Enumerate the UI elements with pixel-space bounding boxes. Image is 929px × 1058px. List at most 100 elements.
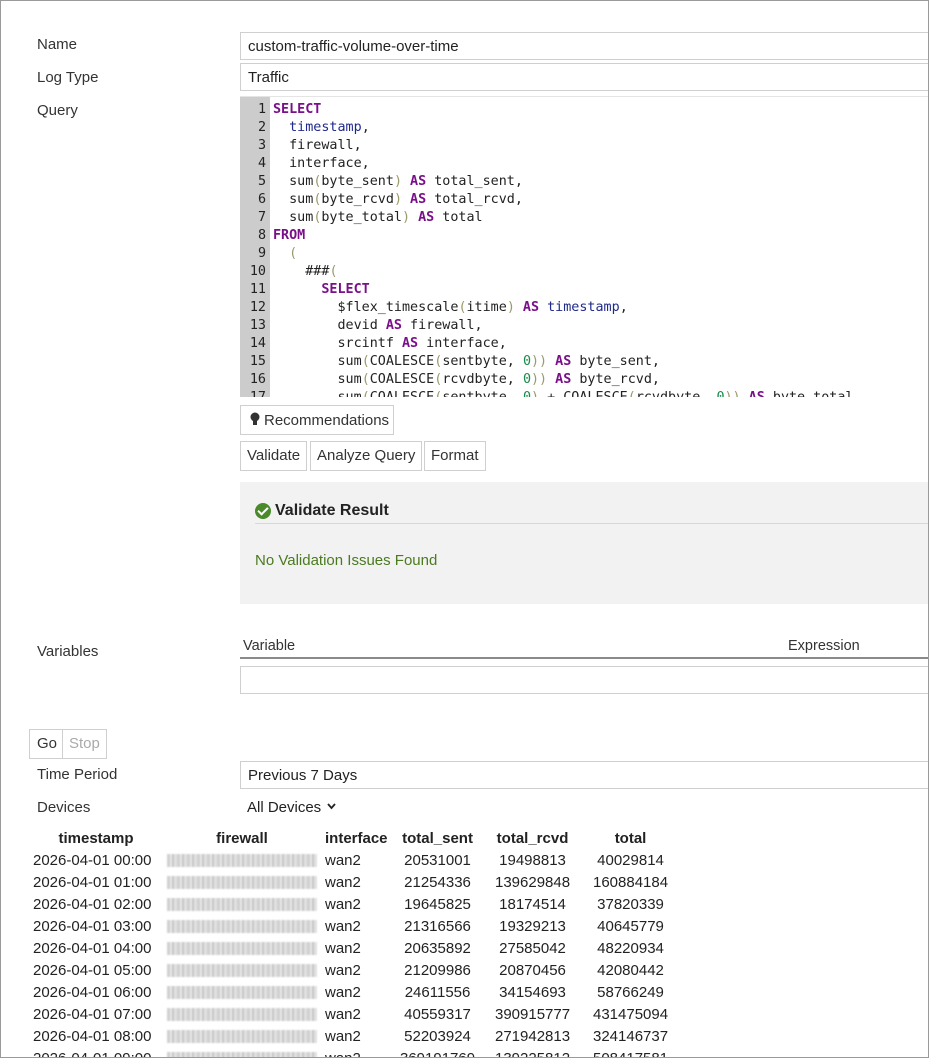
col-total-sent: total_sent xyxy=(402,829,473,847)
code-token: byte_sent, xyxy=(571,354,660,369)
recommendations-label: Recommendations xyxy=(264,412,390,429)
cell-firewall-redacted xyxy=(163,893,321,915)
col-timestamp: timestamp xyxy=(58,829,134,847)
redacted-firewall-id xyxy=(167,1052,317,1057)
code-token: )) xyxy=(531,354,548,369)
chevron-down-icon xyxy=(327,797,337,814)
cell-timestamp: 2026-04-01 08:00 xyxy=(33,1027,152,1045)
cell-total: 40645779 xyxy=(597,917,664,935)
go-button[interactable]: Go xyxy=(29,729,66,759)
cell-firewall-redacted xyxy=(163,871,321,893)
time-period-label: Time Period xyxy=(37,766,118,783)
code-token: timestamp xyxy=(273,120,362,135)
code-token: devid xyxy=(273,318,378,333)
code-line: 4 interface, xyxy=(240,155,928,173)
code-token: rcvdbyte, xyxy=(442,372,523,387)
line-number: 9 xyxy=(257,246,266,261)
cell-total: 40029814 xyxy=(597,851,664,869)
code-line: 11 SELECT xyxy=(240,281,928,299)
cell-total-sent: 21254336 xyxy=(404,873,471,891)
cell-total: 508417581 xyxy=(592,1049,669,1058)
cell-timestamp: 2026-04-01 00:00 xyxy=(33,851,152,869)
cell-total-rcvd: 18174514 xyxy=(499,895,566,913)
name-label: Name xyxy=(37,36,78,53)
code-token: sum xyxy=(273,174,314,189)
cell-interface: wan2 xyxy=(325,917,361,935)
cell-total-rcvd: 271942813 xyxy=(494,1027,571,1045)
code-line: 12 $flex_timescale(itime) AS timestamp, xyxy=(240,299,928,317)
cell-total-rcvd: 139225812 xyxy=(494,1049,571,1058)
cell-total: 160884184 xyxy=(592,873,669,891)
code-token: COALESCE xyxy=(369,372,435,387)
cell-total-sent: 40559317 xyxy=(404,1005,471,1023)
cell-timestamp: 2026-04-01 03:00 xyxy=(33,917,152,935)
cell-timestamp: 2026-04-01 06:00 xyxy=(33,983,152,1001)
code-text: sum(byte_sent) AS total_sent, xyxy=(273,173,523,191)
cell-total-sent: 369191769 xyxy=(399,1049,476,1058)
code-token: sum xyxy=(273,192,314,207)
code-token: + COALESCE xyxy=(539,390,628,397)
code-token: AS xyxy=(547,372,572,387)
code-token: ) xyxy=(393,192,402,207)
code-text: timestamp, xyxy=(273,119,370,137)
sql-code-editor[interactable]: 1 SELECT 2 timestamp, 3 firewall, 4 interfac… xyxy=(240,96,928,397)
col-total: total xyxy=(614,829,647,847)
cell-interface: wan2 xyxy=(325,1049,361,1058)
cell-timestamp: 2026-04-01 05:00 xyxy=(33,961,152,979)
code-token: )) xyxy=(725,390,741,397)
code-line: 7 sum(byte_total) AS total xyxy=(240,209,928,227)
code-token: ) xyxy=(506,300,515,315)
devices-label: Devices xyxy=(37,799,91,816)
cell-total-sent: 21316566 xyxy=(404,917,471,935)
code-token: ) xyxy=(402,210,411,225)
code-line: 9 ( xyxy=(240,245,928,263)
devices-dropdown[interactable]: All Devices xyxy=(247,797,337,816)
divider xyxy=(255,523,928,524)
log-type-select[interactable]: Traffic xyxy=(240,63,928,91)
analyze-query-button[interactable]: Analyze Query xyxy=(310,441,423,471)
table-row: 2026-04-01 07:00 wan2 40559317 390915777 431… xyxy=(29,1003,680,1025)
code-line: 16 sum(COALESCE(rcvdbyte, 0)) AS byte_rc… xyxy=(240,371,928,389)
line-number: 6 xyxy=(257,192,266,207)
col-interface: interface xyxy=(325,829,388,847)
code-token: 0 xyxy=(716,390,724,397)
code-line: 14 srcintf AS interface, xyxy=(240,335,928,353)
code-token: byte_total xyxy=(765,390,854,397)
code-token: COALESCE xyxy=(369,354,435,369)
query-editor-panel: Name custom-traffic-volume-over-time Log… xyxy=(0,0,929,1058)
code-text: $flex_timescale(itime) AS timestamp, xyxy=(273,299,628,317)
cell-firewall-redacted xyxy=(163,915,321,937)
redacted-firewall-id xyxy=(167,898,317,912)
stop-button[interactable]: Stop xyxy=(62,729,107,759)
format-button[interactable]: Format xyxy=(424,441,486,471)
code-token: ### xyxy=(273,264,330,279)
cell-timestamp: 2026-04-01 07:00 xyxy=(33,1005,152,1023)
code-token: interface, xyxy=(273,156,370,171)
code-token: , xyxy=(619,300,628,315)
cell-total: 37820339 xyxy=(597,895,664,913)
validation-message: No Validation Issues Found xyxy=(255,552,438,569)
code-token: ( xyxy=(628,390,636,397)
code-text: SELECT xyxy=(273,101,321,119)
code-text: FROM xyxy=(273,227,305,245)
code-text: sum(COALESCE(rcvdbyte, 0)) AS byte_rcvd, xyxy=(273,371,660,389)
line-number: 11 xyxy=(249,282,266,297)
code-text: SELECT xyxy=(273,281,369,299)
code-token: COALESCE xyxy=(370,390,435,397)
code-text: ###( xyxy=(273,263,337,281)
code-text: sum(COALESCE(sentbyte, 0) + COALESCE(rcv… xyxy=(273,389,854,397)
redacted-firewall-id xyxy=(167,854,317,868)
code-token: total xyxy=(434,210,483,225)
validate-button[interactable]: Validate xyxy=(240,441,308,471)
cell-total-sent: 20531001 xyxy=(404,851,471,869)
time-period-select[interactable]: Previous 7 Days xyxy=(240,761,928,789)
col-total-rcvd: total_rcvd xyxy=(496,829,569,847)
code-token: rcvdbyte, xyxy=(636,390,717,397)
code-token: 0 xyxy=(523,390,531,397)
cell-total-sent: 52203924 xyxy=(404,1027,471,1045)
cell-total-rcvd: 139629848 xyxy=(494,873,571,891)
name-input[interactable]: custom-traffic-volume-over-time xyxy=(240,32,928,60)
cell-firewall-redacted xyxy=(163,937,321,959)
variables-empty-row[interactable] xyxy=(240,666,928,694)
recommendations-button[interactable]: Recommendations xyxy=(240,405,394,435)
